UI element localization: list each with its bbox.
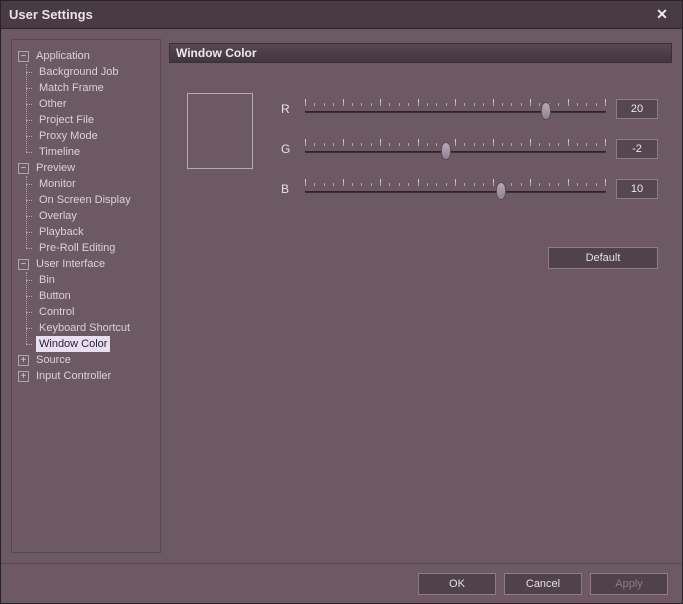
tree-node-input_controller[interactable]: + Input Controller xyxy=(16,368,156,384)
titlebar: User Settings ✕ xyxy=(1,1,682,29)
tree-item[interactable]: Keyboard Shortcut xyxy=(16,320,156,336)
slider-thumb-g[interactable] xyxy=(441,142,451,160)
tree-node-source[interactable]: + Source xyxy=(16,352,156,368)
tree-item-label[interactable]: Project File xyxy=(36,112,97,128)
dialog-footer: OK Cancel Apply xyxy=(1,563,682,603)
tree-item-label[interactable]: Other xyxy=(36,96,70,112)
tree-item[interactable]: On Screen Display xyxy=(16,192,156,208)
slider-thumb-r[interactable] xyxy=(541,102,551,120)
default-button[interactable]: Default xyxy=(548,247,658,269)
slider-row-b: B 10 xyxy=(281,179,658,199)
slider-row-r: R 20 xyxy=(281,99,658,119)
tree-item-label[interactable]: Playback xyxy=(36,224,87,240)
value-b[interactable]: 10 xyxy=(616,179,658,199)
channel-label-g: G xyxy=(281,142,295,156)
tree-label[interactable]: Source xyxy=(33,352,74,368)
channel-label-r: R xyxy=(281,102,295,116)
tree-item[interactable]: Match Frame xyxy=(16,80,156,96)
tree-item-label[interactable]: Pre-Roll Editing xyxy=(36,240,118,256)
tree-item[interactable]: Pre-Roll Editing xyxy=(16,240,156,256)
tree-item-label[interactable]: Match Frame xyxy=(36,80,107,96)
tree-item[interactable]: Timeline xyxy=(16,144,156,160)
panel-title: Window Color xyxy=(169,43,672,63)
apply-button[interactable]: Apply xyxy=(590,573,668,595)
slider-g[interactable] xyxy=(305,139,606,159)
plus-box-icon[interactable]: + xyxy=(18,355,29,366)
tree-item-label[interactable]: Proxy Mode xyxy=(36,128,101,144)
slider-thumb-b[interactable] xyxy=(496,182,506,200)
tree-item[interactable]: Other xyxy=(16,96,156,112)
tree-label[interactable]: User Interface xyxy=(33,256,108,272)
tree-label[interactable]: Application xyxy=(33,48,93,64)
tree-item-label[interactable]: Monitor xyxy=(36,176,79,192)
tree-item-label[interactable]: Background Job xyxy=(36,64,122,80)
tree-node-application[interactable]: −Application xyxy=(16,48,156,64)
tree-item[interactable]: Control xyxy=(16,304,156,320)
color-swatch xyxy=(187,93,253,169)
tree-item[interactable]: Monitor xyxy=(16,176,156,192)
tree-item-label[interactable]: Overlay xyxy=(36,208,80,224)
tree-item[interactable]: Button xyxy=(16,288,156,304)
tree-node-user_interface[interactable]: −User Interface xyxy=(16,256,156,272)
value-g[interactable]: -2 xyxy=(616,139,658,159)
tree-item-label[interactable]: Button xyxy=(36,288,74,304)
settings-window: User Settings ✕ −ApplicationBackground J… xyxy=(0,0,683,604)
slider-r[interactable] xyxy=(305,99,606,119)
ok-button[interactable]: OK xyxy=(418,573,496,595)
tree-item-label[interactable]: Bin xyxy=(36,272,58,288)
settings-tree: −ApplicationBackground JobMatch FrameOth… xyxy=(16,48,156,384)
value-r[interactable]: 20 xyxy=(616,99,658,119)
minus-box-icon[interactable]: − xyxy=(18,259,29,270)
plus-box-icon[interactable]: + xyxy=(18,371,29,382)
tree-item-label[interactable]: Control xyxy=(36,304,77,320)
window-title: User Settings xyxy=(9,7,650,22)
tree-label[interactable]: Input Controller xyxy=(33,368,114,384)
tree-item-label[interactable]: On Screen Display xyxy=(36,192,134,208)
cancel-button[interactable]: Cancel xyxy=(504,573,582,595)
tree-item[interactable]: Playback xyxy=(16,224,156,240)
tree-node-preview[interactable]: −Preview xyxy=(16,160,156,176)
tree-item[interactable]: Overlay xyxy=(16,208,156,224)
minus-box-icon[interactable]: − xyxy=(18,163,29,174)
tree-item-label[interactable]: Keyboard Shortcut xyxy=(36,320,133,336)
close-icon[interactable]: ✕ xyxy=(650,5,674,25)
tree-item[interactable]: Bin xyxy=(16,272,156,288)
channel-label-b: B xyxy=(281,182,295,196)
tree-item-label[interactable]: Timeline xyxy=(36,144,83,160)
tree-item-label[interactable]: Window Color xyxy=(36,336,110,352)
tree-item[interactable]: Window Color xyxy=(16,336,156,352)
tree-label[interactable]: Preview xyxy=(33,160,78,176)
tree-item[interactable]: Proxy Mode xyxy=(16,128,156,144)
slider-row-g: G -2 xyxy=(281,139,658,159)
minus-box-icon[interactable]: − xyxy=(18,51,29,62)
settings-tree-panel: −ApplicationBackground JobMatch FrameOth… xyxy=(11,39,161,553)
slider-b[interactable] xyxy=(305,179,606,199)
tree-item[interactable]: Background Job xyxy=(16,64,156,80)
tree-item[interactable]: Project File xyxy=(16,112,156,128)
